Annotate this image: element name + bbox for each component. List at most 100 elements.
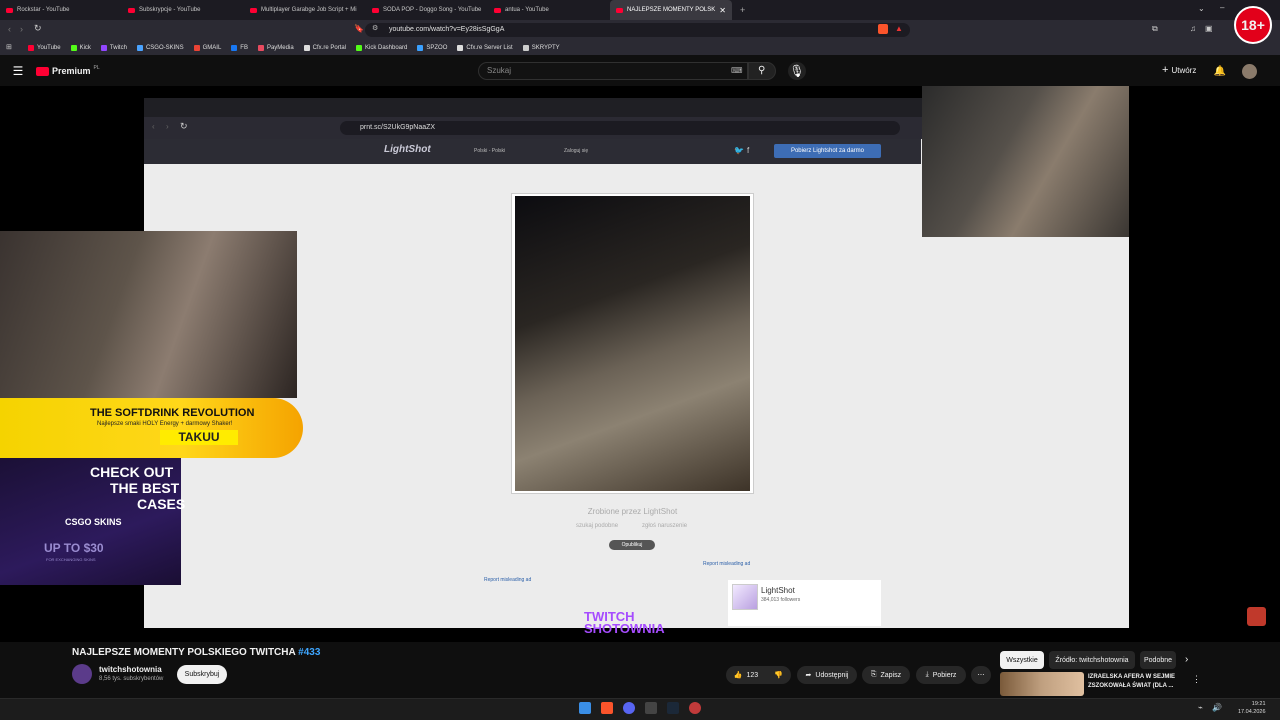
minimize-icon[interactable]: – bbox=[1220, 3, 1224, 12]
filter-chip-similar[interactable]: Podobne bbox=[1140, 651, 1176, 669]
ad-brand: CSGO SKINS bbox=[65, 517, 122, 527]
more-actions-button[interactable]: ⋯ bbox=[971, 666, 991, 684]
extensions-icon[interactable]: ⧉ bbox=[1152, 24, 1158, 34]
create-button[interactable]: + Utwórz bbox=[1162, 64, 1196, 76]
windows-start-icon[interactable] bbox=[579, 702, 591, 714]
keyboard-icon[interactable]: ⌨ bbox=[731, 66, 743, 75]
new-tab-icon[interactable]: + bbox=[740, 5, 745, 15]
brave-shield-icon[interactable] bbox=[878, 24, 888, 34]
recommended-title[interactable]: IZRAELSKA AFERA W SEJMIE ZSZOKOWAŁA ŚWIA… bbox=[1088, 673, 1175, 691]
close-tab-icon[interactable]: ✕ bbox=[719, 6, 726, 15]
screenshot-image bbox=[515, 196, 750, 491]
clock-date: 17.04.2026 bbox=[1238, 709, 1266, 715]
terminal-icon[interactable] bbox=[645, 702, 657, 714]
share-icon: ➦ bbox=[805, 672, 812, 679]
channel-name[interactable]: twitchshotownia bbox=[99, 665, 162, 674]
youtube-icon bbox=[494, 7, 501, 13]
avatar[interactable] bbox=[1242, 64, 1257, 79]
dislike-button[interactable]: 👎 bbox=[766, 666, 791, 684]
save-button[interactable]: ⎘ Zapisz bbox=[862, 666, 910, 684]
search-button[interactable]: ⚲ bbox=[748, 62, 776, 80]
subscribe-button[interactable]: Subskrybuj bbox=[177, 665, 227, 684]
forward-icon[interactable]: › bbox=[20, 24, 23, 34]
webcam-right bbox=[922, 86, 1129, 237]
youtube-logo[interactable]: Premium PL bbox=[36, 65, 100, 76]
browser-tab[interactable]: SODA POP - Doggo Song - YouTube bbox=[366, 0, 488, 20]
card-title: LightShot bbox=[761, 586, 795, 595]
url-text: youtube.com/watch?v=Ey28isSgGgA bbox=[389, 26, 505, 33]
bookmark-item[interactable]: FB bbox=[231, 44, 248, 51]
more-vertical-icon[interactable]: ⋮ bbox=[1192, 674, 1201, 685]
media-icon[interactable]: ♫ bbox=[1190, 24, 1196, 33]
plus-icon: + bbox=[1162, 64, 1169, 76]
bookmark-item[interactable]: Cfx.re Portal bbox=[303, 44, 346, 51]
brave-icon[interactable] bbox=[601, 702, 613, 714]
search-input[interactable]: Szukaj bbox=[478, 62, 748, 80]
share-label: Udostępnij bbox=[815, 671, 849, 679]
chevron-right-icon[interactable]: › bbox=[1185, 654, 1188, 665]
discord-icon[interactable] bbox=[623, 702, 635, 714]
volume-icon[interactable]: 🔊 bbox=[1212, 703, 1222, 712]
bookmark-item[interactable]: CSGO-SKINS bbox=[136, 44, 184, 51]
app-icon[interactable] bbox=[689, 702, 701, 714]
forward-icon: › bbox=[166, 122, 169, 131]
login-link: Zaloguj się bbox=[564, 148, 589, 154]
youtube-icon bbox=[128, 7, 135, 13]
taskbar bbox=[0, 698, 1280, 720]
microphone-icon[interactable]: 🎙 bbox=[788, 62, 806, 80]
bell-icon[interactable]: 🔔 bbox=[1214, 64, 1226, 78]
watermark-line: SHOTOWNIA bbox=[584, 621, 665, 636]
bookmark-item[interactable]: Kick bbox=[70, 44, 91, 51]
network-icon[interactable]: ⌁ bbox=[1198, 703, 1203, 712]
filter-chip-all[interactable]: Wszystkie bbox=[1000, 651, 1044, 669]
reload-icon[interactable]: ↻ bbox=[34, 23, 42, 34]
steam-icon[interactable] bbox=[667, 702, 679, 714]
back-icon[interactable]: ‹ bbox=[8, 24, 11, 34]
apps-icon[interactable]: ⊞ bbox=[6, 43, 12, 51]
lightshot-caption: Zrobione przez LightShot bbox=[587, 507, 678, 516]
site-info-icon[interactable]: ⚙ bbox=[372, 24, 378, 32]
tab-list-icon[interactable]: ⌄ bbox=[1198, 4, 1205, 13]
bookmark-item[interactable]: YouTube bbox=[28, 44, 61, 51]
lightshot-logo: LightShot bbox=[384, 144, 431, 155]
bookmark-item[interactable]: Kick Dashboard bbox=[356, 44, 408, 51]
promo-code: TAKUU bbox=[160, 430, 238, 445]
browser-tab[interactable]: Subskrypcje - YouTube bbox=[122, 0, 244, 20]
channel-avatar[interactable] bbox=[72, 664, 92, 684]
clock[interactable]: 19:21 17.04.2026 bbox=[1238, 700, 1266, 716]
video-hashtag[interactable]: #433 bbox=[298, 647, 320, 658]
bookmark-label: PayMedia bbox=[266, 44, 294, 51]
bookmark-label: YouTube bbox=[37, 44, 61, 51]
bookmark-item[interactable]: GMAIL bbox=[193, 44, 222, 51]
subscribe-watermark-icon[interactable] bbox=[1247, 607, 1266, 626]
age-badge: 18+ bbox=[1234, 6, 1272, 44]
browser-tab[interactable]: Rockstar - YouTube bbox=[0, 0, 122, 20]
bookmark-item[interactable]: Twitch bbox=[100, 44, 127, 51]
sidebar-icon[interactable]: ▣ bbox=[1205, 24, 1213, 33]
video-title: NAJLEPSZE MOMENTY POLSKIEGO TWITCHA #433 bbox=[72, 647, 320, 658]
bookmark-icon: ⎘ bbox=[870, 671, 877, 678]
like-button[interactable]: 👍 123 bbox=[726, 666, 766, 684]
bookmark-item[interactable]: Cfx.re Server List bbox=[457, 44, 513, 51]
bookmark-label: Kick Dashboard bbox=[365, 44, 408, 51]
rewards-icon[interactable]: ▲ bbox=[895, 24, 903, 33]
share-button[interactable]: ➦ Udostępnij bbox=[797, 666, 857, 684]
recommended-thumbnail[interactable] bbox=[1000, 672, 1084, 696]
bookmark-label: GMAIL bbox=[202, 44, 222, 51]
ad-line: CASES bbox=[137, 496, 186, 512]
browser-tab[interactable]: antua - YouTube bbox=[488, 0, 610, 20]
bookmark-item[interactable]: PayMedia bbox=[257, 44, 294, 51]
bookmark-item[interactable]: SPZOO bbox=[417, 44, 447, 51]
bookmark-label: FB bbox=[240, 44, 248, 51]
browser-tab[interactable]: Multiplayer Garabge Job Script + Mi bbox=[244, 0, 366, 20]
address-input[interactable]: youtube.com/watch?v=Ey28isSgGgA bbox=[365, 23, 910, 37]
menu-icon[interactable]: ☰ bbox=[10, 64, 26, 78]
bookmark-icon[interactable]: 🔖 bbox=[354, 24, 364, 33]
more-icon: ⋯ bbox=[977, 672, 985, 679]
filter-chip-source[interactable]: Źródło: twitchshotownia bbox=[1049, 651, 1135, 669]
download-button[interactable]: ⤓ Pobierz bbox=[916, 666, 966, 684]
bookmark-item[interactable]: SKRYPTY bbox=[522, 44, 560, 51]
youtube-icon bbox=[6, 7, 13, 13]
browser-tab-active[interactable]: NAJLEPSZE MOMENTY POLSK ✕ bbox=[610, 0, 732, 20]
tab-title: SODA POP - Doggo Song - YouTube bbox=[383, 7, 482, 13]
